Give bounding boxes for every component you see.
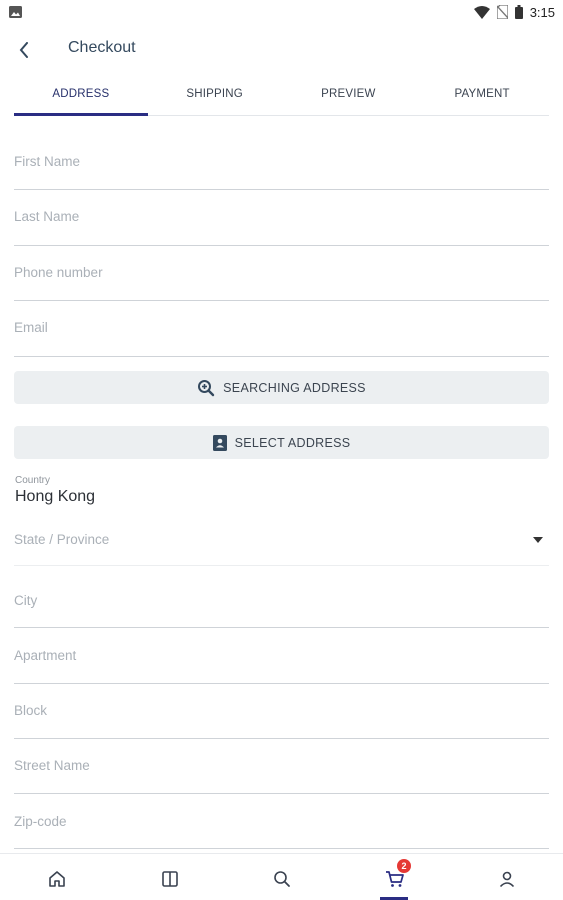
bottom-navigation: 2 [0,853,563,900]
email-field[interactable]: Email [14,306,549,357]
back-button[interactable] [10,36,38,64]
search-address-label: SEARCHING ADDRESS [223,380,366,395]
dropdown-arrow-icon [533,537,543,543]
cart-badge: 2 [397,859,411,873]
battery-icon [514,5,523,19]
last-name-placeholder: Last Name [14,209,80,224]
select-address-label: SELECT ADDRESS [234,435,351,450]
search-icon [274,871,290,887]
email-placeholder: Email [14,320,48,335]
city-field[interactable]: City [14,577,549,628]
state-province-select[interactable]: State / Province [14,518,549,566]
tab-address[interactable]: ADDRESS [14,80,148,116]
profile-icon [499,871,515,888]
catalog-icon [162,871,178,887]
page-title: Checkout [68,39,136,56]
tab-preview[interactable]: PREVIEW [282,80,416,115]
tab-payment[interactable]: PAYMENT [415,80,549,115]
nav-home[interactable] [45,867,69,891]
magnify-plus-icon [198,379,215,396]
state-province-placeholder: State / Province [14,532,110,547]
zip-code-field[interactable]: Zip-code [14,798,549,849]
status-time: 3:15 [529,4,555,20]
country-label: Country [15,475,51,486]
chevron-left-icon [19,42,28,58]
apartment-field[interactable]: Apartment [14,633,549,684]
wifi-icon [473,5,490,19]
block-placeholder: Block [14,703,48,718]
home-icon [49,871,65,887]
first-name-placeholder: First Name [14,154,81,169]
no-sim-icon [496,5,508,19]
status-bar: 3:15 [0,0,563,24]
tab-shipping[interactable]: SHIPPING [148,80,282,115]
search-address-button[interactable]: SEARCHING ADDRESS [14,371,549,404]
nav-cart[interactable]: 2 [383,859,411,891]
block-field[interactable]: Block [14,688,549,739]
app-bar: Checkout [0,30,563,70]
nav-search[interactable] [270,867,294,891]
apartment-placeholder: Apartment [14,648,77,663]
phone-number-field[interactable]: Phone number [14,251,549,301]
checkout-tabs: ADDRESS SHIPPING PREVIEW PAYMENT [14,80,549,116]
zip-code-placeholder: Zip-code [14,814,67,829]
street-name-placeholder: Street Name [14,758,90,773]
image-notification-icon [9,6,22,18]
first-name-field[interactable]: First Name [14,140,549,190]
last-name-field[interactable]: Last Name [14,195,549,246]
city-placeholder: City [14,593,38,608]
country-value[interactable]: Hong Kong [15,488,95,506]
nav-catalog[interactable] [158,867,182,891]
contact-book-icon [212,434,227,451]
nav-profile[interactable] [495,867,519,891]
street-name-field[interactable]: Street Name [14,743,549,794]
select-address-button[interactable]: SELECT ADDRESS [14,426,549,459]
phone-number-placeholder: Phone number [14,265,103,280]
